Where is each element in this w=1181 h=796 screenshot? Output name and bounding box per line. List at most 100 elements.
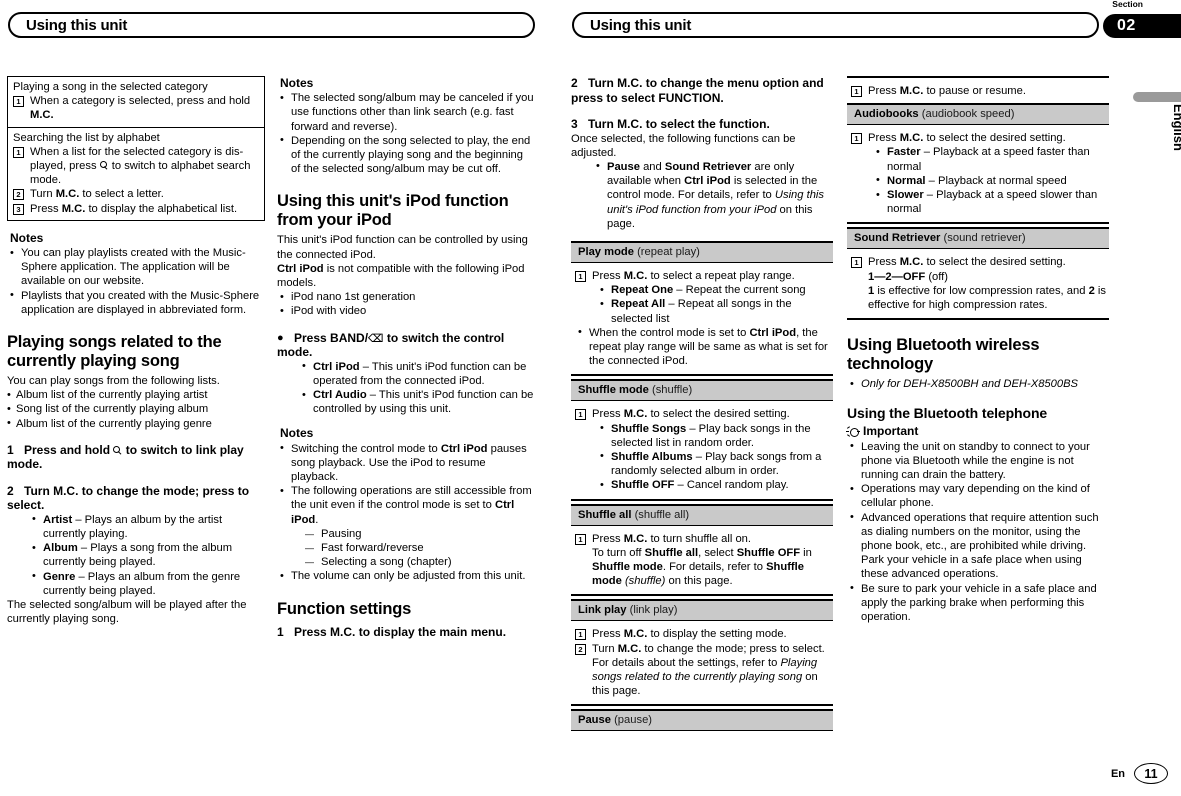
function-step-detail: To turn off Shuffle all, select Shuffle … <box>592 546 831 589</box>
function-availability-list: Pause and Sound Retriever are only avail… <box>593 159 833 231</box>
text-part: to select the desired setting. <box>647 408 790 421</box>
mode-option: Album – Plays a song from the album curr… <box>29 541 265 569</box>
bold-term: M.C. <box>899 132 924 145</box>
important-label: Important <box>863 424 919 439</box>
function-step: 1 Press M.C. to pause or resume. <box>851 84 1107 98</box>
step-text-bold: M.C. <box>61 202 86 215</box>
notes-list: The selected song/album may be canceled … <box>277 91 535 176</box>
list-item: Album list of the currently playing genr… <box>7 416 265 431</box>
value-sep: — <box>874 270 886 283</box>
text-part: in <box>800 546 812 559</box>
step-marker: 1 <box>851 86 862 97</box>
note-sub-item: Fast forward/reverse <box>305 541 535 555</box>
text-part: When the control mode is set to <box>589 326 750 339</box>
source-list: Album list of the currently playing arti… <box>7 388 265 431</box>
closing-text: The selected song/album will be played a… <box>7 599 247 626</box>
text-part: To turn off <box>592 546 645 559</box>
bluetooth-model-note: Only for DEH-X8500BH and DEH-X8500BS <box>847 377 1109 391</box>
note-sub-item: Pausing <box>305 527 535 541</box>
text-part: Press <box>592 628 624 641</box>
text-part: Press <box>868 132 900 145</box>
function-display-name: (sound retriever) <box>943 232 1026 245</box>
step-number: 2 <box>7 483 14 498</box>
note-item: The following operations are still acces… <box>277 484 535 570</box>
text-part: and <box>639 160 665 173</box>
text-part: to display the setting mode. <box>647 628 787 641</box>
running-header-left-title: Using this unit <box>26 16 128 34</box>
procedure-step: 1 When a category is selected, press and … <box>13 94 259 122</box>
step-text: Press <box>30 202 62 215</box>
procedure-table: Playing a song in the selected category … <box>7 76 265 221</box>
function-name: Audiobooks <box>854 108 919 121</box>
bold-term: M.C. <box>899 85 924 97</box>
function-content: 1 Press M.C. to select the desired settin… <box>847 249 1109 321</box>
function-step-3-sub: Once selected, the following functions c… <box>571 132 796 159</box>
note-item: You can play playlists created with the … <box>7 246 265 289</box>
step-text-tail: to display the alphabetical list. <box>85 202 238 215</box>
function-content: 1 Press M.C. to display the setting mode.… <box>571 621 833 707</box>
step-text: Press M.C. to display the main menu. <box>294 624 507 639</box>
step-marker: 1 <box>575 270 586 282</box>
bold-term: M.C. <box>623 532 648 545</box>
procedure-caption: Searching the list by alphabet <box>13 131 160 144</box>
band-step-text: Press BAND/ <box>294 330 369 345</box>
control-mode-option: Ctrl Audio – This unit's iPod function c… <box>299 388 535 416</box>
option-name: Normal <box>887 174 926 187</box>
control-modes-list: Ctrl iPod – This unit's iPod function ca… <box>299 359 535 417</box>
text-part: to turn shuffle all on. <box>647 532 751 545</box>
step-text-bold: M.C. <box>30 109 54 122</box>
function-content: 1 Press M.C. to select the desired settin… <box>571 401 833 501</box>
note-item: The selected song/album may be canceled … <box>277 91 535 134</box>
mode-option-name: Artist <box>43 513 73 526</box>
procedure-table-cell-2: Searching the list by alphabet 1 When a l… <box>8 126 264 220</box>
speed-option: Normal – Playback at normal speed <box>873 173 1107 188</box>
function-step: 2 Turn M.C. to change the mode; press to … <box>575 642 831 699</box>
important-item: Leaving the unit on standby to connect t… <box>847 439 1109 483</box>
note-item: When the control mode is set to Ctrl iPo… <box>575 325 831 369</box>
list-item: Album list of the currently playing arti… <box>7 388 265 402</box>
column-3: 2 Turn M.C. to change the menu option and… <box>571 76 833 732</box>
option-name: Faster <box>887 146 921 159</box>
text-part: Press <box>868 256 900 269</box>
step-text: Turn <box>30 188 56 201</box>
mode-option: Genre – Plays an album from the genre cu… <box>29 569 265 598</box>
column-2: Notes The selected song/album may be can… <box>277 76 535 639</box>
function-name: Shuffle all <box>578 508 632 521</box>
play-mode-notes: When the control mode is set to Ctrl iPo… <box>575 325 831 369</box>
note-item: Depending on the song selected to play, … <box>277 133 535 177</box>
control-mode-name: Ctrl iPod <box>313 360 360 373</box>
important-callout-title: Important <box>846 424 1109 439</box>
function-header: Play mode (repeat play) <box>571 240 833 263</box>
option-name: Repeat All <box>611 298 666 311</box>
list-item: iPod nano 1st generation <box>277 290 535 304</box>
section-heading-bluetooth: Using Bluetooth wireless technology <box>847 336 1040 374</box>
option-name: Shuffle OFF <box>611 479 675 492</box>
function-display-name: (repeat play) <box>637 245 700 258</box>
sound-retriever-values: 1—2—OFF (off) <box>868 270 1107 284</box>
step-2: 2 Turn M.C. to change the mode; press to … <box>7 484 265 513</box>
notes-title: Notes <box>280 76 314 90</box>
section-heading-playing-songs-related: Playing songs related to the currently p… <box>7 333 222 371</box>
text-part: Turn <box>592 642 618 655</box>
ipod-models-list: iPod nano 1st generation iPod with video <box>277 290 535 319</box>
option-name: Shuffle Songs <box>611 422 687 435</box>
notes-list: Switching the control mode to Ctrl iPod … <box>277 441 535 584</box>
play-mode-option: Repeat One – Repeat the current song <box>597 283 831 297</box>
step-number: 1 <box>7 442 14 457</box>
function-content: 1 Press M.C. to turn shuffle all on. To t… <box>571 526 833 597</box>
function-block-pause: Pause (pause) <box>571 709 833 732</box>
text-part: on this page. <box>665 575 733 588</box>
notes-title: Notes <box>10 230 44 245</box>
running-header-right-title: Using this unit <box>590 16 692 34</box>
mode-option-name: Album <box>43 542 78 555</box>
pause-function-content: 1 Press M.C. to pause or resume. <box>847 76 1109 106</box>
section-heading-ipod-function: Using this unit's iPod function from you… <box>277 192 509 230</box>
bold-term: Ctrl iPod <box>684 175 731 188</box>
step-marker: 2 <box>575 643 586 655</box>
play-mode-option: Repeat All – Repeat all songs in the sel… <box>597 297 831 325</box>
procedure-step: 1 When a list for the selected category i… <box>13 145 259 188</box>
column-4: 1 Press M.C. to pause or resume. Audioboo… <box>846 76 1109 624</box>
function-name: Pause <box>578 714 611 727</box>
function-header: Shuffle all (shuffle all) <box>571 503 833 526</box>
option-name: Shuffle Albums <box>611 450 693 463</box>
